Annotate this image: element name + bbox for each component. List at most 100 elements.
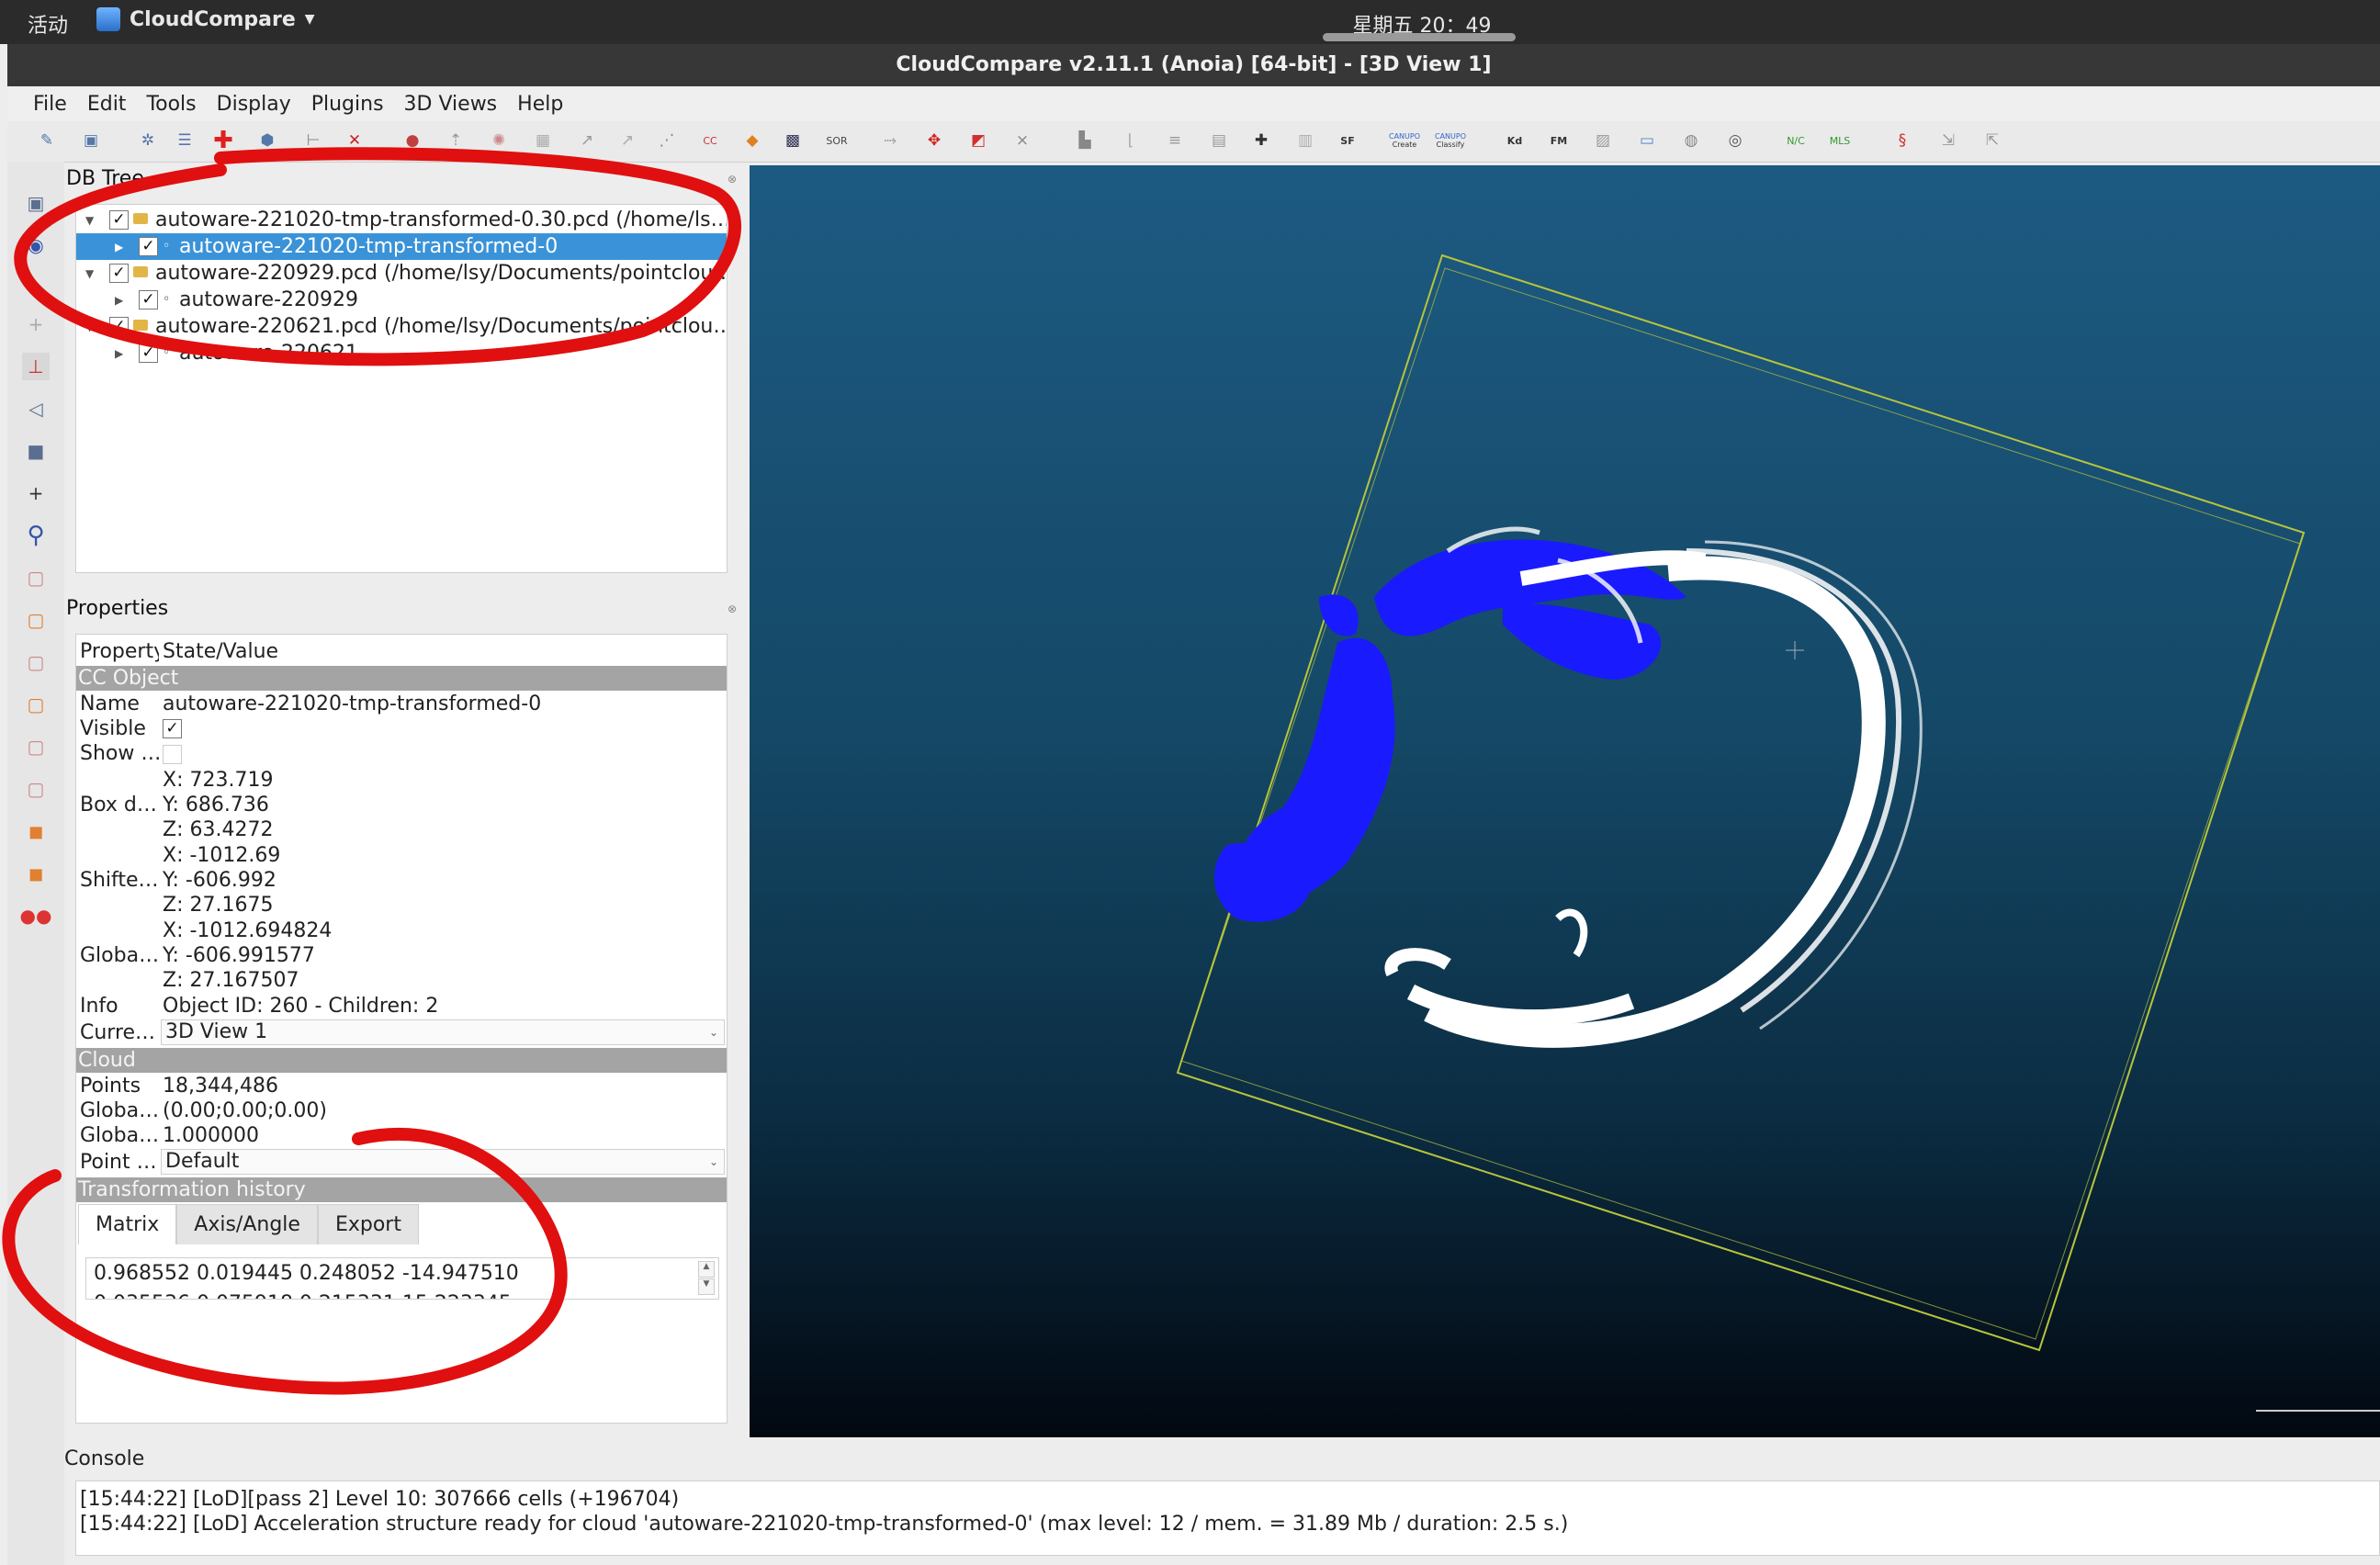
menu-tools[interactable]: Tools <box>146 93 196 116</box>
show-name-checkbox[interactable] <box>163 745 182 764</box>
color-icon[interactable]: ● <box>400 129 424 152</box>
nc-button[interactable]: N/C <box>1784 129 1808 152</box>
visibility-checkbox[interactable]: ✓ <box>139 343 158 363</box>
scroll-up-icon[interactable]: ▲ <box>698 1261 715 1278</box>
bottom-view-icon[interactable]: ▢ <box>22 775 50 803</box>
distance-icon[interactable]: ▤ <box>1207 129 1231 152</box>
globe-icon[interactable]: ◎ <box>1723 129 1747 152</box>
expand-right-icon[interactable]: ▶ <box>115 341 123 366</box>
tab-axis-angle[interactable]: Axis/Angle <box>176 1204 318 1244</box>
visibility-checkbox[interactable]: ✓ <box>109 264 129 283</box>
tab-matrix[interactable]: Matrix <box>78 1204 177 1244</box>
crosshair-icon[interactable]: + <box>22 310 50 338</box>
menu-file[interactable]: File <box>33 93 67 116</box>
cube-icon[interactable]: ■ <box>22 437 50 465</box>
menu-help[interactable]: Help <box>517 93 563 116</box>
left-view-icon[interactable]: ▢ <box>22 648 50 676</box>
list-icon[interactable]: ☰ <box>173 129 197 152</box>
translate-icon[interactable]: ✥ <box>922 129 946 152</box>
fire-icon[interactable]: ◆ <box>740 129 764 152</box>
sphere-icon[interactable]: ◍ <box>1679 129 1703 152</box>
section-icon[interactable]: § <box>1890 129 1914 152</box>
pin-icon[interactable]: ⊗ <box>728 173 737 186</box>
open-icon[interactable]: ✎ <box>35 129 59 152</box>
add-icon[interactable]: ✚ <box>1249 129 1273 152</box>
console-log[interactable]: [15:44:22] [LoD][pass 2] Level 10: 30766… <box>75 1481 2380 1556</box>
settings-icon[interactable]: ✲ <box>136 129 160 152</box>
histogram-icon[interactable]: ▙ <box>1073 129 1097 152</box>
clock[interactable]: 星期五 20：49 <box>0 9 2380 39</box>
grid-icon[interactable]: ▩ <box>781 129 805 152</box>
iso2-view-icon[interactable]: ◼ <box>22 860 50 887</box>
visibility-checkbox[interactable]: ✓ <box>139 290 158 310</box>
image-icon[interactable]: ▣ <box>22 189 50 217</box>
pivot-icon[interactable]: ⊥ <box>22 353 50 380</box>
normal-icon[interactable]: ⇡ <box>444 129 468 152</box>
expand-icon[interactable]: ▼ <box>85 314 94 340</box>
save-icon[interactable]: ▣ <box>79 129 103 152</box>
register-icon[interactable]: ↗ <box>615 129 639 152</box>
noise-icon[interactable]: ⤑ <box>878 129 902 152</box>
compute-icon[interactable]: ⨯ <box>1010 129 1034 152</box>
point-size-select[interactable]: Default ⌄ <box>161 1149 725 1175</box>
segment-icon[interactable]: ⬢ <box>255 129 279 152</box>
menu-display[interactable]: Display <box>217 93 291 116</box>
compare-icon[interactable]: ≡ <box>1163 129 1187 152</box>
tree-item-cloud-220929[interactable]: ▶ ✓ ◦ autoware-220929 <box>76 287 727 313</box>
cc-icon[interactable]: CC <box>698 129 722 152</box>
menu-edit[interactable]: Edit <box>87 93 127 116</box>
merge-icon[interactable]: ✚ <box>211 127 235 154</box>
stereo-icon[interactable]: ●● <box>20 902 52 929</box>
visibility-checkbox[interactable]: ✓ <box>139 237 158 256</box>
current-display-select[interactable]: 3D View 1 ⌄ <box>161 1019 725 1045</box>
tree-item-pcd-220621[interactable]: ▼ ✓ autoware-220621.pcd (/home/lsy/Docum… <box>76 313 727 340</box>
pin-icon[interactable]: ⊗ <box>728 602 737 615</box>
scroll-down-icon[interactable]: ▼ <box>698 1278 715 1295</box>
visibility-checkbox[interactable]: ✓ <box>109 210 129 230</box>
monitor-icon[interactable]: ▭ <box>1635 129 1659 152</box>
canupo-classify-button[interactable]: CANUPO Classify <box>1431 129 1470 152</box>
matrix-text[interactable]: 0.968552 0.019445 0.248052 -14.947510 0.… <box>85 1257 719 1300</box>
expand-right-icon[interactable]: ▶ <box>115 287 123 313</box>
front-view-icon[interactable]: ▢ <box>22 564 50 591</box>
delete-icon[interactable]: ✕ <box>343 129 367 152</box>
plane-icon[interactable]: ◩ <box>966 129 990 152</box>
visibility-checkbox[interactable]: ✓ <box>109 317 129 336</box>
sample-icon[interactable]: ✺ <box>487 129 511 152</box>
canupo-create-button[interactable]: CANUPO Create <box>1385 129 1424 152</box>
menu-3d-views[interactable]: 3D Views <box>404 93 498 116</box>
kd-button[interactable]: Kd <box>1503 129 1527 152</box>
fm-button[interactable]: FM <box>1547 129 1571 152</box>
iso1-view-icon[interactable]: ◼ <box>22 817 50 845</box>
center-icon[interactable]: + <box>22 479 50 507</box>
sf-button[interactable]: SF <box>1336 129 1359 152</box>
camera-icon[interactable]: ◉ <box>22 231 50 259</box>
mls-button[interactable]: MLS <box>1828 129 1852 152</box>
expand-icon[interactable]: ▼ <box>85 261 94 287</box>
tree-item-cloud-220621[interactable]: ▶ ✓ ◦ autoware-220621 <box>76 340 727 366</box>
tab-export[interactable]: Export <box>317 1204 419 1244</box>
pick-icon[interactable]: ↗ <box>575 129 599 152</box>
zoom-icon[interactable]: ⚲ <box>22 522 50 549</box>
export-icon[interactable]: ⇱ <box>1980 129 2004 152</box>
visible-checkbox[interactable]: ✓ <box>163 719 182 738</box>
tree-item-cloud-221020[interactable]: ▶ ✓ ◦ autoware-221020-tmp-transformed-0 <box>76 233 727 260</box>
perspective-icon[interactable]: ◁ <box>22 395 50 422</box>
right-view-icon[interactable]: ▢ <box>22 691 50 718</box>
top-view-icon[interactable]: ▢ <box>22 733 50 760</box>
sor-filter-button[interactable]: SOR <box>825 129 849 152</box>
crop-icon[interactable]: ⋰ <box>655 129 679 152</box>
table-icon[interactable]: ▥ <box>1293 129 1317 152</box>
scale-icon[interactable]: ⇲ <box>1936 129 1960 152</box>
expand-icon[interactable]: ▼ <box>85 208 94 233</box>
expand-right-icon[interactable]: ▶ <box>115 234 123 260</box>
3d-view[interactable] <box>750 165 2380 1437</box>
tree-item-pcd-221020[interactable]: ▼ ✓ autoware-221020-tmp-transformed-0.30… <box>76 207 727 233</box>
stats-icon[interactable]: ⌊ <box>1119 129 1143 152</box>
name-value[interactable]: autoware-221020-tmp-transformed-0 <box>163 692 541 715</box>
tree-item-pcd-220929[interactable]: ▼ ✓ autoware-220929.pcd (/home/lsy/Docum… <box>76 260 727 287</box>
print-icon[interactable]: ▨ <box>1591 129 1615 152</box>
link-icon[interactable]: ⊢ <box>301 129 325 152</box>
db-tree[interactable]: ▼ ✓ autoware-221020-tmp-transformed-0.30… <box>75 204 728 573</box>
mesh-icon[interactable]: ▦ <box>531 129 555 152</box>
